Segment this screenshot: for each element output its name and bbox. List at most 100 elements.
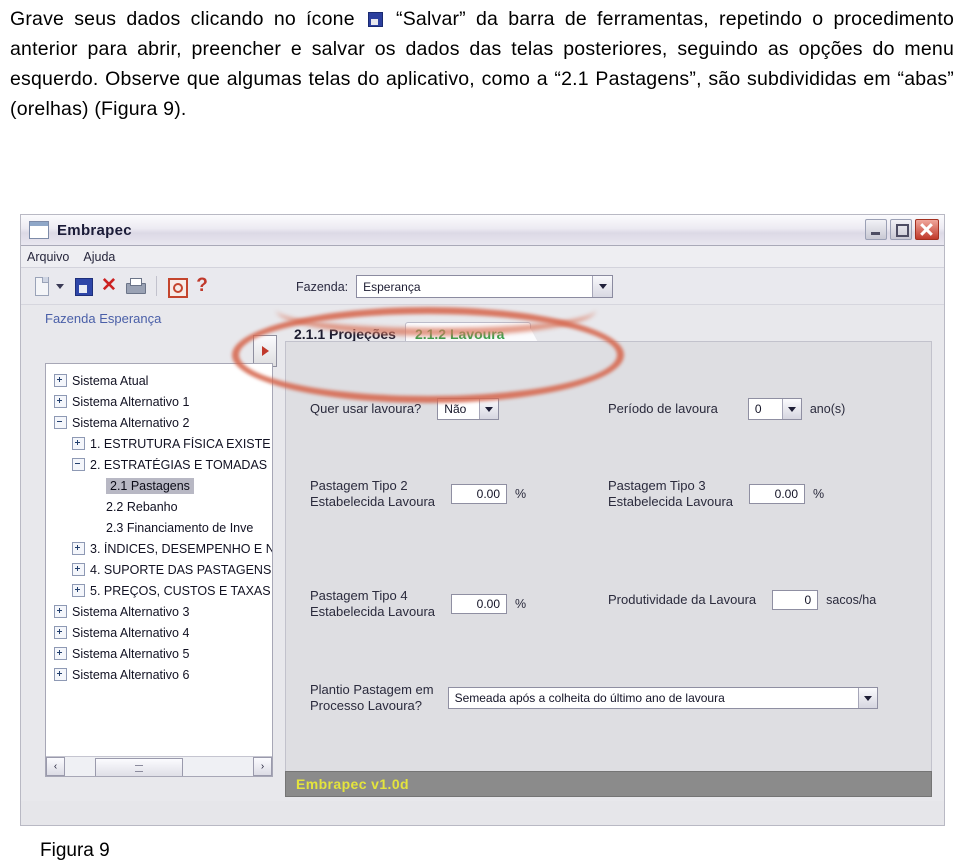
tree-item-estrutura-fisica[interactable]: 1. ESTRUTURA FÍSICA EXISTE [50,433,272,454]
field-quer-usar-lavoura: Quer usar lavoura? Não [310,398,500,420]
expand-plus-icon[interactable] [72,437,85,450]
tree-item-label: 1. ESTRUTURA FÍSICA EXISTE [90,436,271,451]
tree-item-suporte-pastagens[interactable]: 4. SUPORTE DAS PASTAGENS [50,559,272,580]
scroll-left-arrow-icon[interactable]: ‹ [46,757,65,776]
scrollbar-track[interactable] [65,758,253,776]
status-text: Embrapec v1.0d [296,776,409,792]
pastagem-tipo-2-input[interactable]: 0.00 [451,484,508,504]
collapse-minus-icon[interactable] [72,458,85,471]
pastagem-tipo-3-input[interactable]: 0.00 [749,484,806,504]
produtividade-lavoura-input[interactable]: 0 [772,590,819,610]
tree-item-indices-desempenho[interactable]: 3. ÍNDICES, DESEMPENHO E N [50,538,272,559]
expand-plus-icon[interactable] [72,584,85,597]
tree-item-financiamento[interactable]: 2.3 Financiamento de Inve [50,517,272,538]
save-icon [367,12,383,27]
tree-item-label: 3. ÍNDICES, DESEMPENHO E N [90,541,272,556]
field-produtividade-lavoura: Produtividade da Lavoura 0 sacos/ha [608,590,876,610]
pastagem-tipo-4-label: Pastagem Tipo 4 Estabelecida Lavoura [310,588,436,619]
tree-item-sistema-alternativo-2[interactable]: Sistema Alternativo 2 [50,412,272,433]
expand-plus-icon[interactable] [54,626,67,639]
chevron-down-icon[interactable] [592,276,613,297]
produtividade-lavoura-unit: sacos/ha [826,593,877,607]
print-icon[interactable] [123,274,147,298]
pastagem-tipo-3-unit: % [813,487,825,501]
dropdown-caret-icon[interactable] [55,274,65,298]
field-plantio-pastagem: Plantio Pastagem em Processo Lavoura? Se… [310,682,878,714]
delete-icon[interactable]: ✕ [97,274,121,298]
tree-item-estrategias-tomadas[interactable]: 2. ESTRATÉGIAS E TOMADAS [50,454,272,475]
tree-horizontal-scrollbar[interactable]: ‹ › [46,756,272,776]
tree-item-label: Sistema Alternativo 6 [72,667,190,682]
scroll-right-arrow-icon[interactable]: › [253,757,272,776]
periodo-lavoura-dropdown[interactable]: 0 [747,398,802,420]
fazenda-value: Esperança [363,279,421,294]
chevron-down-icon[interactable] [857,688,877,708]
minimize-button[interactable] [865,219,887,240]
tree-item-label: 2.3 Financiamento de Inve [106,520,254,535]
periodo-lavoura-value: 0 [754,402,762,416]
chevron-down-icon[interactable] [781,399,801,419]
report-icon[interactable] [164,274,188,298]
pastagem-tipo-4-input[interactable]: 0.00 [451,594,508,614]
tree-item-label: 2. ESTRATÉGIAS E TOMADAS [90,457,268,472]
expand-plus-icon[interactable] [54,668,67,681]
figure-caption: Figura 9 [40,840,110,861]
restore-button[interactable] [890,219,912,240]
paragraph-text-before-icon: Grave seus dados clicando no ícone [10,8,365,30]
expand-plus-icon[interactable] [54,647,67,660]
menu-ajuda[interactable]: Ajuda [83,250,115,264]
produtividade-lavoura-label: Produtividade da Lavoura [608,592,757,607]
tree-list: Sistema Atual Sistema Alternativo 1 Sist… [46,364,272,685]
expand-plus-icon[interactable] [72,542,85,555]
pastagem-tipo-2-unit: % [515,487,527,501]
tree-item-sistema-alternativo-5[interactable]: Sistema Alternativo 5 [50,643,272,664]
collapse-minus-icon[interactable] [54,416,67,429]
plantio-pastagem-dropdown[interactable]: Semeada após a colheita do último ano de… [447,687,878,709]
help-icon[interactable]: ? [190,274,214,298]
field-periodo-lavoura: Período de lavoura 0 ano(s) [608,398,845,420]
tree-item-label: 2.1 Pastagens [106,477,194,494]
tree-item-sistema-alternativo-3[interactable]: Sistema Alternativo 3 [50,601,272,622]
fazenda-label: Fazenda: [296,279,349,294]
menubar: Arquivo Ajuda [21,246,944,268]
tree-item-sistema-atual[interactable]: Sistema Atual [50,370,272,391]
expand-plus-icon[interactable] [54,395,67,408]
scrollbar-thumb[interactable] [95,758,183,776]
tree-item-label: 4. SUPORTE DAS PASTAGENS [90,562,272,577]
tree-item-pastagens[interactable]: 2.1 Pastagens [50,475,272,496]
save-icon[interactable] [71,274,95,298]
tree-item-label: Sistema Alternativo 4 [72,625,190,640]
new-document-icon[interactable] [29,274,53,298]
pastagem-tipo-4-unit: % [515,597,527,611]
tree-item-label: Sistema Alternativo 5 [72,646,190,661]
tree-item-sistema-alternativo-1[interactable]: Sistema Alternativo 1 [50,391,272,412]
expand-plus-icon[interactable] [54,374,67,387]
quer-usar-lavoura-label: Quer usar lavoura? [310,401,422,416]
pastagem-tipo-3-label: Pastagem Tipo 3 Estabelecida Lavoura [608,478,734,509]
field-pastagem-tipo-3: Pastagem Tipo 3 Estabelecida Lavoura 0.0… [608,478,824,510]
tree-item-precos-custos[interactable]: 5. PREÇOS, CUSTOS E TAXAS [50,580,272,601]
instruction-paragraph: Grave seus dados clicando no ícone “Salv… [10,4,954,124]
window-titlebar: Embrapec [21,215,944,246]
expand-plus-icon[interactable] [54,605,67,618]
chevron-down-icon[interactable] [479,399,499,419]
quer-usar-lavoura-dropdown[interactable]: Não [437,398,500,420]
tree-item-label: 2.2 Rebanho [106,499,178,514]
tree-item-rebanho[interactable]: 2.2 Rebanho [50,496,272,517]
menu-arquivo[interactable]: Arquivo [27,250,69,264]
toolbar: ✕ ? Fazenda: Esperança [21,268,944,305]
quer-usar-lavoura-value: Não [444,402,467,416]
close-button[interactable] [915,219,939,240]
tree-item-sistema-alternativo-6[interactable]: Sistema Alternativo 6 [50,664,272,685]
fazenda-selector-group: Fazenda: Esperança [296,275,614,298]
tree-item-label: Sistema Atual [72,373,149,388]
plantio-pastagem-value: Semeada após a colheita do último ano de… [454,691,725,705]
tree-item-sistema-alternativo-4[interactable]: Sistema Alternativo 4 [50,622,272,643]
periodo-lavoura-label: Período de lavoura [608,401,718,416]
fazenda-dropdown[interactable]: Esperança [356,275,614,298]
plantio-pastagem-label: Plantio Pastagem em Processo Lavoura? [310,682,434,713]
tab-content-panel: Quer usar lavoura? Não Período de lavour… [285,341,932,775]
navigation-tree-panel[interactable]: Sistema Atual Sistema Alternativo 1 Sist… [45,363,273,777]
status-bar: Embrapec v1.0d [285,771,932,797]
expand-plus-icon[interactable] [72,563,85,576]
